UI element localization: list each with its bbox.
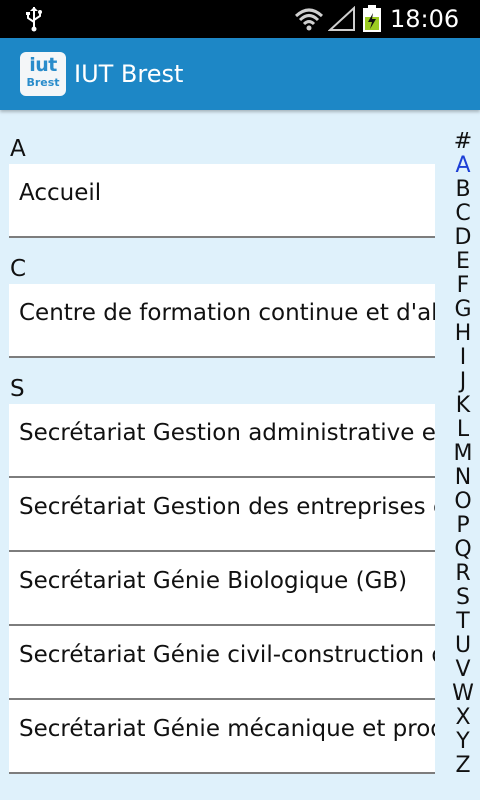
list-item[interactable]: Accueil xyxy=(9,164,435,238)
logo-text-top: iut xyxy=(29,54,57,76)
section-header: C xyxy=(10,256,27,282)
index-letter[interactable]: M xyxy=(446,442,480,466)
index-letter[interactable]: V xyxy=(446,658,480,682)
index-letter[interactable]: R xyxy=(446,562,480,586)
index-letter[interactable]: K xyxy=(446,394,480,418)
index-letter[interactable]: X xyxy=(446,706,480,730)
index-letter[interactable]: U xyxy=(446,634,480,658)
section-header: S xyxy=(10,376,25,402)
alphabet-index[interactable]: # A B C D E F G H I J K L M N O P Q R S … xyxy=(446,130,480,784)
list-item[interactable]: Centre de formation continue et d'altern… xyxy=(9,284,435,358)
index-letter[interactable]: O xyxy=(446,490,480,514)
logo-text-bottom: Brest xyxy=(26,76,60,89)
index-letter[interactable]: N xyxy=(446,466,480,490)
usb-icon xyxy=(26,7,42,32)
index-letter[interactable]: Y xyxy=(446,730,480,754)
index-letter[interactable]: A xyxy=(446,154,480,178)
index-letter[interactable]: G xyxy=(446,298,480,322)
index-letter[interactable]: # xyxy=(446,130,480,154)
list-item[interactable]: Secrétariat Génie civil-construction dur… xyxy=(9,626,435,700)
index-letter[interactable]: L xyxy=(446,418,480,442)
list-item[interactable]: Secrétariat Gestion des entreprises et d… xyxy=(9,478,435,552)
battery-charging-icon xyxy=(363,5,381,32)
index-letter[interactable]: Z xyxy=(446,754,480,778)
index-letter[interactable]: B xyxy=(446,178,480,202)
index-letter[interactable]: C xyxy=(446,202,480,226)
index-letter[interactable]: I xyxy=(446,346,480,370)
wifi-icon xyxy=(294,8,324,31)
contact-list[interactable]: A Accueil C Centre de formation continue… xyxy=(9,130,435,800)
index-letter[interactable]: E xyxy=(446,250,480,274)
index-letter[interactable]: J xyxy=(446,370,480,394)
signal-icon xyxy=(328,6,355,31)
index-letter[interactable]: H xyxy=(446,322,480,346)
status-bar: 18:06 xyxy=(0,0,480,38)
index-letter[interactable]: S xyxy=(446,586,480,610)
list-item[interactable]: Secrétariat Génie mécanique et productiq… xyxy=(9,700,435,774)
app-logo[interactable]: iut Brest xyxy=(20,52,66,96)
index-letter[interactable]: P xyxy=(446,514,480,538)
action-bar: iut Brest IUT Brest xyxy=(0,38,480,110)
section-header: A xyxy=(10,136,26,162)
index-letter[interactable]: W xyxy=(446,682,480,706)
app-title: IUT Brest xyxy=(74,60,184,88)
index-letter[interactable]: T xyxy=(446,610,480,634)
index-letter[interactable]: D xyxy=(446,226,480,250)
list-item[interactable]: Secrétariat Gestion administrative et co… xyxy=(9,404,435,478)
clock: 18:06 xyxy=(390,5,460,33)
index-letter[interactable]: Q xyxy=(446,538,480,562)
index-letter[interactable]: F xyxy=(446,274,480,298)
list-item[interactable]: Secrétariat Génie Biologique (GB) xyxy=(9,552,435,626)
